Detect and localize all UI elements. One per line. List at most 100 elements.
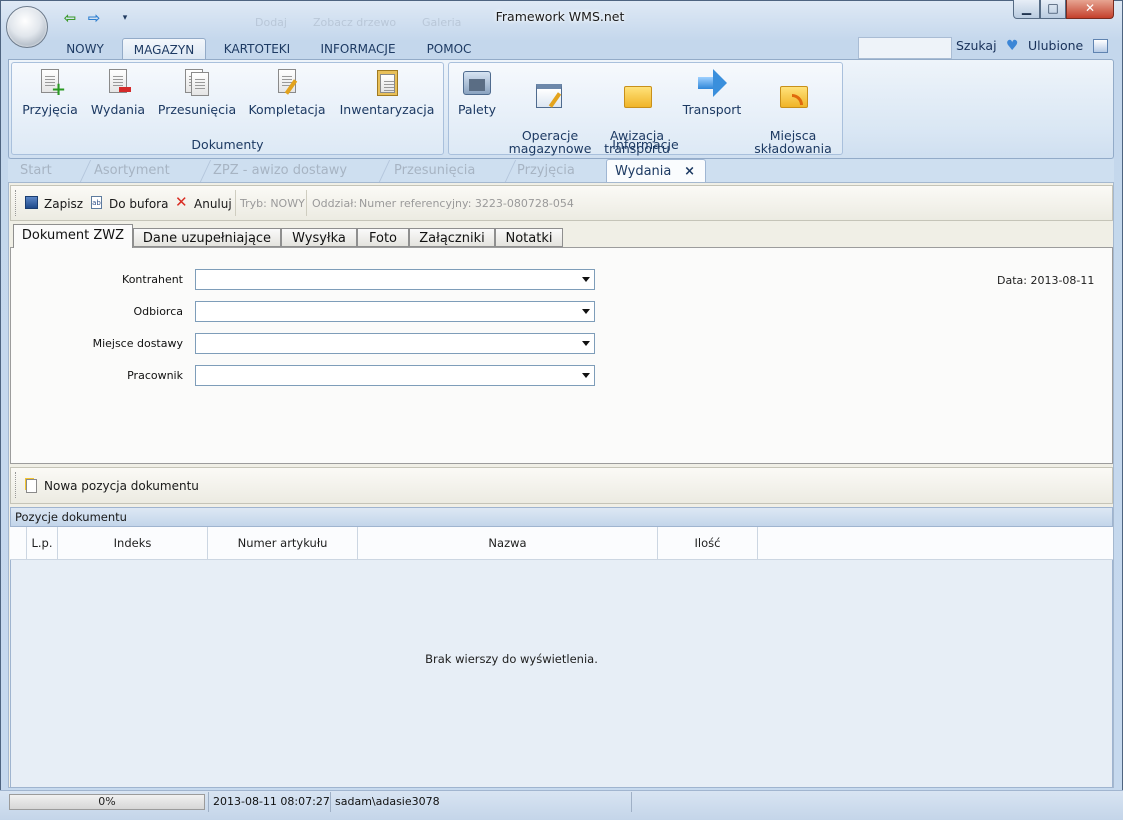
clipboard-icon <box>371 67 403 99</box>
subtab-zalaczniki[interactable]: Załączniki <box>409 228 495 247</box>
ribbon-tab-magazyn[interactable]: MAGAZYN <box>122 38 206 61</box>
button-label: Kompletacja <box>248 102 326 117</box>
ribbon-tab-informacje[interactable]: INFORMACJE <box>310 38 406 60</box>
new-document-icon <box>26 479 37 493</box>
cancel-button[interactable]: Anuluj <box>194 197 232 211</box>
new-position-button[interactable]: Nowa pozycja dokumentu <box>44 479 199 493</box>
document-add-icon: + <box>34 67 66 99</box>
calendar-edit-icon <box>534 80 566 112</box>
subtab-wysylka[interactable]: Wysyłka <box>281 228 357 247</box>
ribbon-button-inwentaryzacja[interactable]: Inwentaryzacja <box>337 67 437 116</box>
quick-access-dropdown-icon[interactable]: ▾ <box>115 10 135 26</box>
application-menu-orb[interactable] <box>6 6 48 48</box>
doc-tab-przesuniecia[interactable]: Przesunięcia <box>394 159 475 182</box>
forward-arrow-icon[interactable]: ⇨ <box>84 10 104 26</box>
group-label-dokumenty: Dokumenty <box>191 137 264 152</box>
button-label: Inwentaryzacja <box>339 102 435 117</box>
buffer-button[interactable]: Do bufora <box>109 197 168 211</box>
back-arrow-icon[interactable]: ⇦ <box>60 10 80 26</box>
close-button[interactable]: ✕ <box>1066 0 1114 19</box>
column-header-ilosc[interactable]: Ilość <box>658 527 758 560</box>
status-datetime: 2013-08-11 08:07:27 <box>213 795 330 808</box>
row-selector-header <box>10 527 27 560</box>
buffer-icon: ab <box>91 196 102 209</box>
ribbon-button-miejsca[interactable]: Miejsca składowania <box>752 67 834 155</box>
column-header-indeks[interactable]: Indeks <box>58 527 208 560</box>
branch-label: Oddział: <box>312 197 358 210</box>
column-header-lp[interactable]: L.p. <box>27 527 58 560</box>
cancel-icon: ✕ <box>175 193 188 211</box>
documents-move-icon <box>181 67 213 99</box>
odbiorca-combobox[interactable] <box>195 301 595 322</box>
save-button[interactable]: Zapisz <box>44 197 83 211</box>
doc-tab-label: Wydania <box>615 164 672 179</box>
subtab-dokument-zwz[interactable]: Dokument ZWZ <box>13 224 133 248</box>
subtab-foto[interactable]: Foto <box>357 228 409 247</box>
status-separator <box>208 792 209 812</box>
button-label: Palety <box>457 102 497 117</box>
button-label: Transport <box>682 102 742 117</box>
button-label: Wydania <box>90 102 146 117</box>
heart-icon[interactable]: ♥ <box>1006 38 1019 54</box>
miejsce-dostawy-combobox[interactable] <box>195 333 595 354</box>
ribbon-button-kompletacja[interactable]: Kompletacja <box>245 67 329 116</box>
column-header-numer-artykulu[interactable]: Numer artykułu <box>208 527 358 560</box>
kontrahent-combobox[interactable] <box>195 269 595 290</box>
window-title: Framework WMS.net <box>495 9 625 24</box>
ghost-item-dodaj: Dodaj <box>255 16 287 29</box>
button-label: Przesunięcia <box>157 102 237 117</box>
positions-header: Pozycje dokumentu <box>15 510 127 524</box>
pracownik-combobox[interactable] <box>195 365 595 386</box>
search-label[interactable]: Szukaj <box>956 38 997 53</box>
ribbon-button-awizacja[interactable]: Awizacja transportu <box>600 67 674 155</box>
empty-grid-message: Brak wierszy do wyświetlenia. <box>425 652 598 666</box>
button-label: Operacje magazynowe <box>508 128 592 156</box>
document-edit-icon <box>271 67 303 99</box>
ribbon-button-transport[interactable]: Transport <box>680 67 744 116</box>
ribbon-button-palety[interactable]: Palety <box>455 67 499 116</box>
save-icon <box>25 196 38 209</box>
progress-text: 0% <box>98 795 116 808</box>
favorites-label[interactable]: Ulubione <box>1028 38 1083 53</box>
ribbon-button-przyjecia[interactable]: + Przyjęcia <box>20 67 80 116</box>
field-label-miejsce-dostawy: Miejsce dostawy <box>92 337 183 350</box>
chevron-down-icon[interactable] <box>582 309 590 314</box>
subtab-dane-uzupelniajace[interactable]: Dane uzupełniające <box>133 228 281 247</box>
ribbon-tab-nowy[interactable]: NOWY <box>58 38 112 60</box>
status-user: sadam\adasie3078 <box>335 795 440 808</box>
subtab-notatki[interactable]: Notatki <box>495 228 563 247</box>
mode-label: Tryb: NOWY <box>240 197 305 210</box>
chevron-down-icon[interactable] <box>582 277 590 282</box>
field-label-kontrahent: Kontrahent <box>122 273 183 286</box>
chevron-down-icon[interactable] <box>582 341 590 346</box>
positions-grid-caption <box>10 507 1113 527</box>
document-remove-icon <box>102 67 134 99</box>
doc-tab-asortyment[interactable]: Asortyment <box>94 159 170 182</box>
doc-tab-przyjecia[interactable]: Przyjęcia <box>517 159 575 182</box>
toolbar-separator <box>306 190 307 216</box>
search-input[interactable] <box>858 37 952 59</box>
ribbon-tab-pomoc[interactable]: POMOC <box>418 38 480 60</box>
pallet-icon <box>461 67 493 99</box>
button-label: Przyjęcia <box>22 102 78 117</box>
chevron-down-icon[interactable] <box>582 373 590 378</box>
toolbar-grip <box>15 190 19 216</box>
doc-tab-start[interactable]: Start <box>20 159 52 182</box>
ribbon-button-wydania[interactable]: Wydania <box>88 67 148 116</box>
minimize-button[interactable]: ▁ <box>1013 0 1040 19</box>
column-header-filler <box>758 527 1113 560</box>
folder-icon <box>621 80 653 112</box>
ribbon-button-operacje[interactable]: Operacje magazynowe <box>506 67 594 155</box>
maximize-button[interactable]: □ <box>1040 0 1066 19</box>
arrow-right-icon <box>696 67 728 99</box>
window-options-icon[interactable] <box>1093 39 1108 53</box>
column-header-nazwa[interactable]: Nazwa <box>358 527 658 560</box>
doc-tab-zpz[interactable]: ZPZ - awizo dostawy <box>213 159 347 182</box>
button-label: Awizacja transportu <box>604 128 670 156</box>
ribbon-tab-kartoteki[interactable]: KARTOTEKI <box>218 38 296 60</box>
doc-tab-wydania[interactable]: Wydania × <box>606 159 706 182</box>
field-label-pracownik: Pracownik <box>127 369 183 382</box>
close-tab-icon[interactable]: × <box>684 160 695 183</box>
ribbon-button-przesuniecia[interactable]: Przesunięcia <box>155 67 239 116</box>
toolbar-separator <box>235 190 236 216</box>
